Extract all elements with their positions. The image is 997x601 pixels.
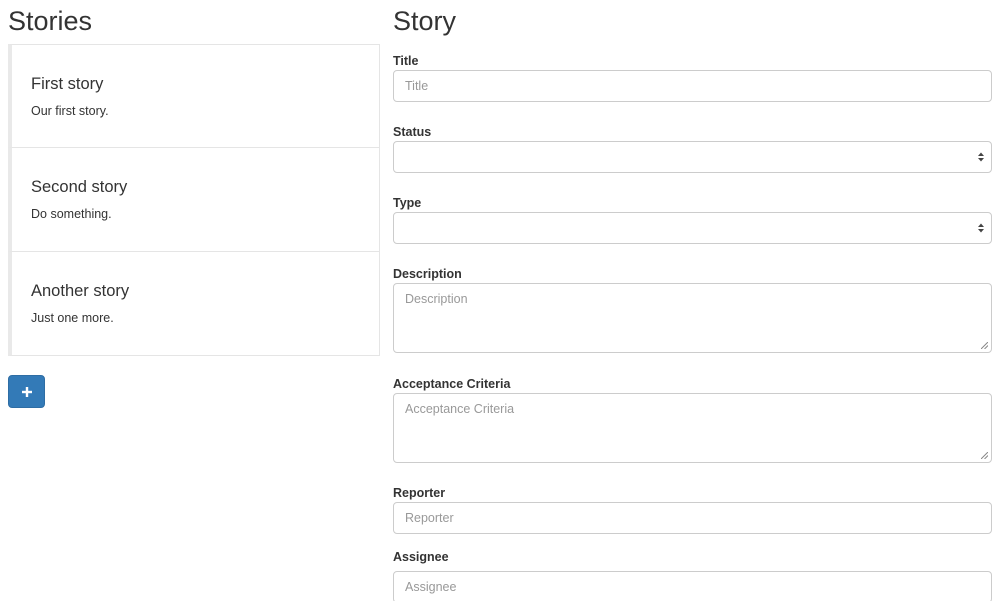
story-list: First story Our first story. Second stor… bbox=[8, 44, 380, 356]
description-wrapper bbox=[393, 283, 992, 353]
story-title: First story bbox=[31, 75, 104, 93]
resize-handle-icon[interactable] bbox=[981, 342, 988, 349]
type-select[interactable] bbox=[393, 212, 992, 244]
add-story-button[interactable] bbox=[8, 375, 45, 408]
story-list-item[interactable]: Another story Just one more. bbox=[8, 252, 380, 356]
title-input[interactable] bbox=[393, 70, 992, 102]
type-label: Type bbox=[393, 196, 422, 210]
story-description: Just one more. bbox=[31, 311, 114, 325]
select-arrows-icon bbox=[978, 152, 984, 162]
reporter-input[interactable] bbox=[393, 502, 992, 534]
story-list-item[interactable]: First story Our first story. bbox=[8, 44, 380, 148]
description-label: Description bbox=[393, 267, 462, 281]
story-description: Do something. bbox=[31, 207, 112, 221]
status-label: Status bbox=[393, 125, 432, 139]
story-title: Another story bbox=[31, 282, 130, 300]
resize-handle-icon[interactable] bbox=[981, 452, 988, 459]
story-description: Our first story. bbox=[31, 104, 109, 118]
description-textarea[interactable] bbox=[393, 283, 992, 353]
acceptance-criteria-textarea[interactable] bbox=[393, 393, 992, 463]
story-title: Second story bbox=[31, 178, 128, 196]
acceptance-criteria-wrapper bbox=[393, 393, 992, 463]
assignee-label: Assignee bbox=[393, 550, 449, 564]
reporter-label: Reporter bbox=[393, 486, 446, 500]
title-label: Title bbox=[393, 54, 419, 68]
acceptance-criteria-label: Acceptance Criteria bbox=[393, 377, 511, 391]
story-list-item[interactable]: Second story Do something. bbox=[8, 148, 380, 252]
assignee-input[interactable] bbox=[393, 571, 992, 601]
page: Stories First story Our first story. Sec… bbox=[0, 0, 997, 601]
status-select[interactable] bbox=[393, 141, 992, 173]
story-heading: Story bbox=[393, 6, 457, 36]
stories-heading: Stories bbox=[8, 6, 93, 36]
select-arrows-icon bbox=[978, 223, 984, 233]
plus-icon bbox=[21, 386, 32, 397]
